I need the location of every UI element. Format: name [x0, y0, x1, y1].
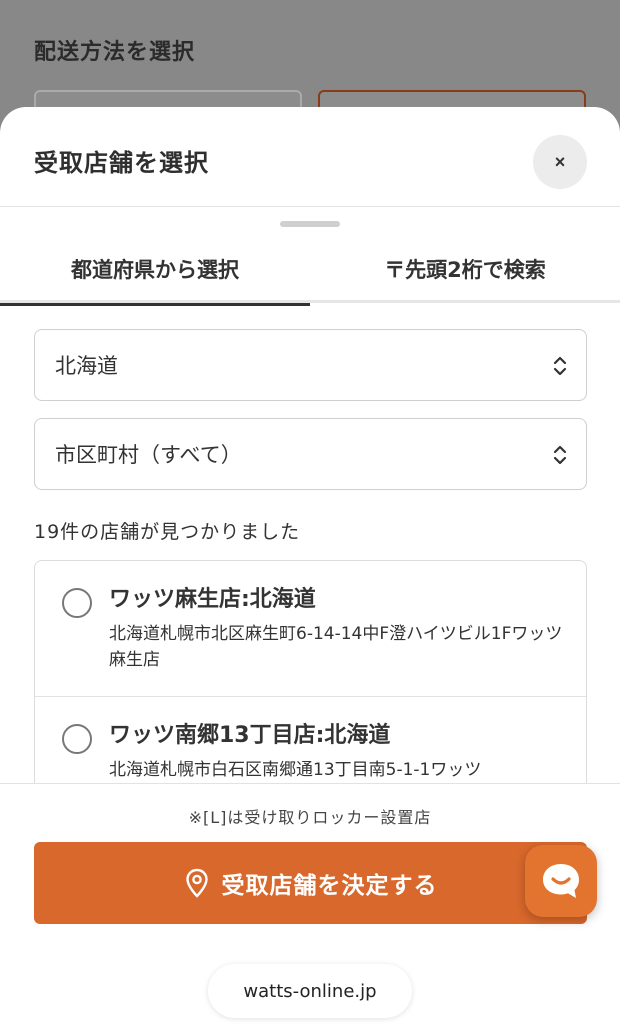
list-item[interactable]: ワッツ麻生店:北海道 北海道札幌市北区麻生町6-14-14中F澄ハイツビル1Fワ…	[35, 561, 586, 697]
search-tabs: 都道府県から選択 〒先頭2桁で検索	[0, 235, 620, 306]
chat-bubble-icon	[543, 864, 579, 898]
chevron-up-down-icon	[553, 356, 567, 376]
decide-button-label: 受取店舗を決定する	[221, 872, 438, 898]
chat-button[interactable]	[525, 845, 597, 917]
decide-store-button[interactable]: 受取店舗を決定する	[34, 842, 587, 924]
drag-handle[interactable]	[280, 221, 340, 227]
active-tab-indicator	[0, 303, 310, 306]
city-select[interactable]: 市区町村（すべて）	[34, 418, 587, 490]
store-address: 北海道札幌市白石区南郷通13丁目南5-1-1ワッツ	[109, 760, 482, 780]
store-list: ワッツ麻生店:北海道 北海道札幌市北区麻生町6-14-14中F澄ハイツビル1Fワ…	[34, 560, 587, 800]
city-select-value: 市区町村（すべて）	[55, 443, 242, 467]
tab-postal-code[interactable]: 〒先頭2桁で検索	[310, 235, 620, 303]
store-name: ワッツ南郷13丁目店:北海道	[109, 723, 391, 748]
modal-header: 受取店舗を選択 ×	[0, 107, 620, 207]
store-name: ワッツ麻生店:北海道	[109, 587, 316, 612]
modal-title: 受取店舗を選択	[34, 149, 209, 177]
close-icon: ×	[554, 151, 566, 172]
close-button[interactable]: ×	[533, 135, 587, 189]
tab-label: 都道府県から選択	[71, 258, 239, 282]
tab-label: 〒先頭2桁で検索	[384, 258, 546, 282]
address-bar[interactable]: watts-online.jp	[208, 964, 412, 1018]
store-radio[interactable]	[62, 588, 92, 618]
store-radio[interactable]	[62, 724, 92, 754]
locker-note: ※[L]は受け取りロッカー設置店	[188, 808, 432, 827]
tab-prefecture[interactable]: 都道府県から選択	[0, 235, 310, 306]
result-count: 19件の店舗が見つかりました	[34, 521, 301, 543]
browser-bar: watts-online.jp	[0, 944, 620, 1024]
chevron-up-down-icon	[553, 445, 567, 465]
prefecture-select-value: 北海道	[55, 354, 118, 378]
location-pin-icon	[185, 868, 208, 898]
delivery-method-title: 配送方法を選択	[34, 40, 196, 65]
store-address: 北海道札幌市北区麻生町6-14-14中F澄ハイツビル1Fワッツ麻生店	[109, 624, 563, 670]
prefecture-select[interactable]: 北海道	[34, 329, 587, 401]
